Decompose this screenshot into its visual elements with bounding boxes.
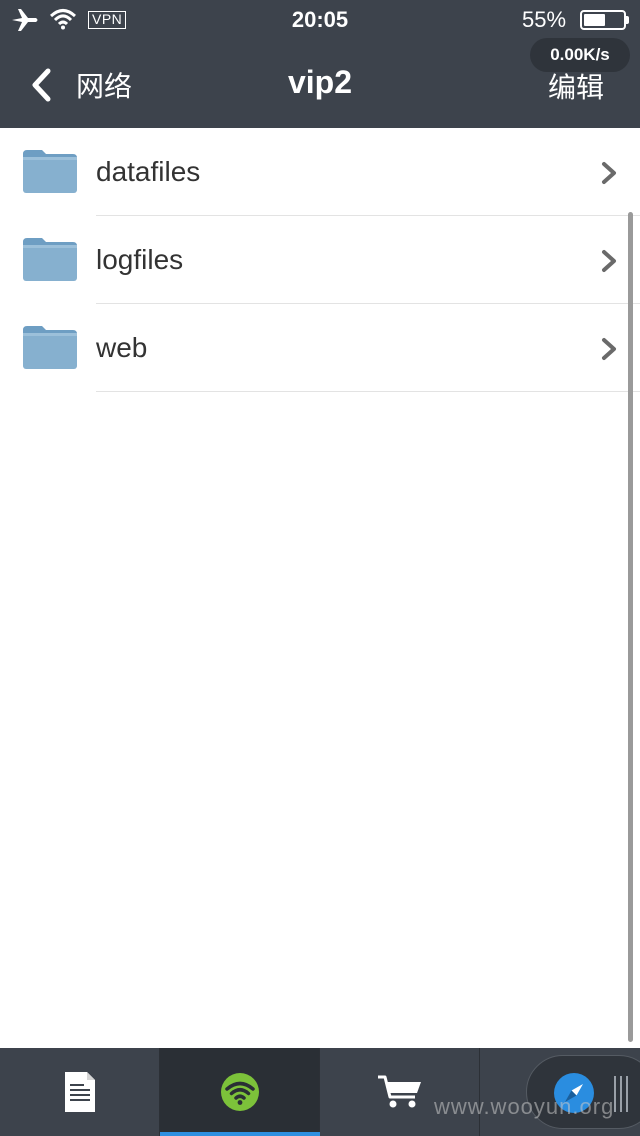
battery-level [584,14,605,26]
chevron-right-icon [602,250,616,272]
watermark: www.wooyun.org [434,1094,615,1119]
top-bar: VPN 20:05 55% 0.00K/s 网络 vip2 编辑 [0,0,640,128]
tab-store[interactable] [320,1048,480,1136]
battery-percent: 55% [522,7,567,32]
cart-icon [377,1075,421,1108]
scrollbar[interactable] [628,212,633,1042]
file-list: datafiles logfiles web [0,128,640,392]
active-tab-indicator [160,1132,320,1136]
list-item[interactable]: web [0,304,640,392]
status-bar: VPN 20:05 55% [0,0,640,40]
folder-icon [23,326,77,369]
chevron-right-icon [602,338,616,360]
page-title: vip2 [287,64,353,100]
list-item[interactable]: logfiles [0,216,640,304]
tab-documents[interactable] [0,1048,160,1136]
list-item-label: logfiles [96,244,184,275]
drag-handle-icon[interactable] [613,1074,629,1114]
battery-icon [580,10,626,30]
folder-icon [23,150,77,193]
edit-button[interactable]: 编辑 [548,66,604,106]
folder-icon [23,238,77,281]
list-item-label: web [96,332,148,363]
list-item[interactable]: datafiles [0,128,640,216]
battery-tip [626,16,629,24]
document-icon [64,1072,95,1112]
back-button[interactable]: 网络 [26,62,156,108]
tab-network[interactable] [160,1048,320,1136]
chevron-left-icon [32,68,51,102]
divider [96,391,640,392]
back-label: 网络 [76,71,133,102]
list-item-label: datafiles [96,156,201,187]
chevron-right-icon [602,162,616,184]
wifi-icon [220,1073,259,1111]
